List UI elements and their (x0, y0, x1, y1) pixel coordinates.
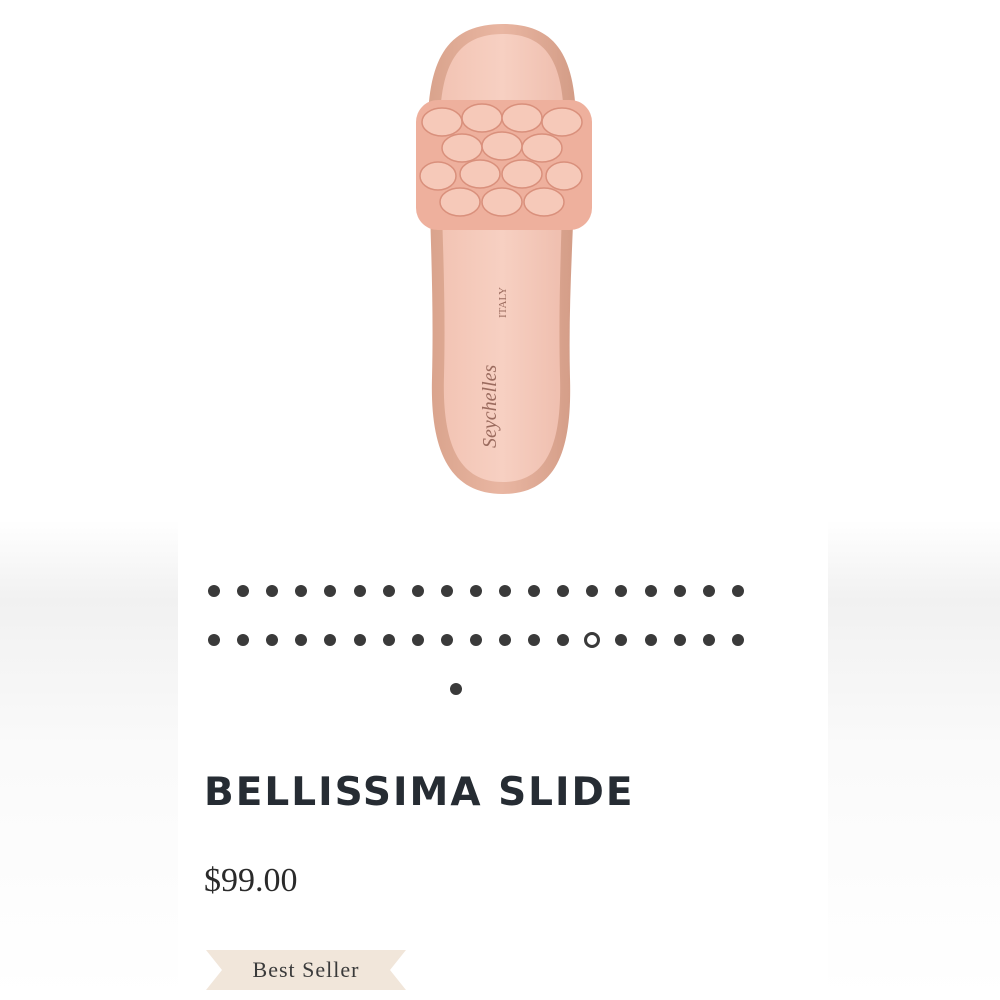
carousel-dot[interactable] (266, 585, 279, 597)
carousel-dot[interactable] (353, 634, 366, 646)
carousel-dot[interactable] (469, 634, 482, 646)
carousel-dot[interactable] (411, 585, 424, 597)
carousel-dot[interactable] (702, 634, 715, 646)
carousel-dot[interactable] (353, 585, 366, 597)
sandal-image: ITALY Seychelles (416, 24, 592, 494)
carousel-dot[interactable] (644, 634, 657, 646)
carousel-dot[interactable] (615, 634, 628, 646)
carousel-dot[interactable] (208, 634, 220, 646)
carousel-dot[interactable] (586, 585, 599, 597)
carousel-dot[interactable] (382, 585, 395, 597)
carousel-dot[interactable] (440, 634, 453, 646)
carousel-dot[interactable] (673, 634, 686, 646)
carousel-dot[interactable] (469, 585, 482, 597)
carousel-dot[interactable] (382, 634, 395, 646)
best-seller-badge: Best Seller (206, 950, 406, 990)
product-image[interactable]: ITALY Seychelles (408, 18, 598, 498)
carousel-dot[interactable] (499, 585, 511, 597)
carousel-dot[interactable] (324, 634, 337, 646)
carousel-dot[interactable] (440, 585, 453, 597)
carousel-dot[interactable] (673, 585, 686, 597)
product-card: ITALY Seychelles BELLISSIMA SLIDE $99.00… (178, 0, 828, 1000)
background-blur-left (0, 0, 178, 1000)
background-blur-right (828, 0, 1000, 1000)
carousel-dot[interactable] (644, 585, 657, 597)
carousel-dot[interactable] (449, 683, 462, 695)
carousel-dot[interactable] (266, 634, 279, 646)
carousel-dot[interactable] (237, 634, 250, 646)
carousel-dot[interactable] (528, 634, 541, 646)
carousel-dot[interactable] (295, 634, 308, 646)
product-price: $99.00 (204, 862, 298, 899)
carousel-dot[interactable] (411, 634, 424, 646)
carousel-dot[interactable] (584, 632, 601, 648)
carousel-dot[interactable] (731, 585, 744, 597)
svg-text:ITALY: ITALY (497, 287, 509, 318)
carousel-dot[interactable] (557, 634, 570, 646)
carousel-dot[interactable] (499, 634, 511, 646)
carousel-dot[interactable] (295, 585, 308, 597)
carousel-dot[interactable] (731, 634, 744, 646)
woven-strap (416, 100, 592, 230)
svg-text:Seychelles: Seychelles (479, 365, 501, 448)
carousel-dot[interactable] (237, 585, 250, 597)
carousel-dot[interactable] (557, 585, 570, 597)
carousel-dot[interactable] (528, 585, 541, 597)
carousel-dot[interactable] (702, 585, 715, 597)
carousel-dot[interactable] (615, 585, 628, 597)
carousel-dot[interactable] (324, 585, 337, 597)
carousel-pagination (208, 585, 788, 710)
product-title: BELLISSIMA SLIDE (204, 770, 635, 815)
carousel-dot[interactable] (208, 585, 220, 597)
badge-label: Best Seller (252, 957, 360, 982)
